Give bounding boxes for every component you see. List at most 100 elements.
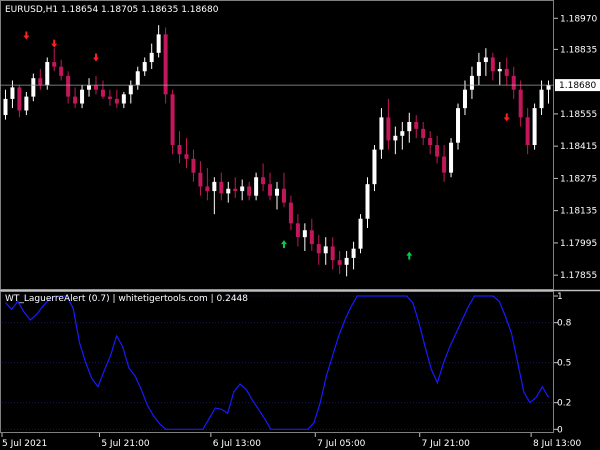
candle-body	[442, 156, 447, 173]
candle-body	[114, 98, 119, 104]
candle-body	[546, 85, 551, 90]
candle-body	[372, 149, 377, 185]
candle-body	[358, 218, 363, 249]
chart-window[interactable]: 1.18970 1.18835 1.18555 1.18415 1.18275 1.181…	[0, 0, 600, 450]
candle-body	[490, 57, 495, 72]
current-price-label: 1.18680	[559, 81, 596, 91]
indicator-tick-label: 1	[557, 292, 563, 302]
candle-body	[93, 85, 98, 90]
indicator-tick-label: 0.8	[557, 319, 572, 329]
candle-body	[275, 188, 279, 196]
candle-body	[233, 188, 238, 192]
candle-body	[497, 68, 502, 72]
candle-body	[184, 154, 189, 159]
candle-body	[100, 89, 105, 97]
indicator-title: WT_LaguerreAlert (0.7) | whitetigertools…	[5, 294, 248, 304]
time-tick-label: 7 Jul 21:00	[422, 439, 471, 449]
candle-body	[156, 34, 161, 53]
price-tick-label: 1.18555	[560, 110, 597, 120]
candle-body	[226, 188, 231, 194]
candle-body	[295, 223, 300, 238]
indicator-tick-label: 0	[557, 425, 563, 435]
price-tick-label: 1.18970	[560, 14, 597, 24]
candle-body	[268, 184, 273, 196]
candle-body	[469, 75, 474, 90]
candle-body	[45, 62, 50, 86]
candle-body	[511, 75, 516, 90]
price-tick-label: 1.18135	[560, 207, 597, 217]
candle-body	[435, 145, 440, 157]
candle-body	[330, 246, 335, 261]
candle-body	[379, 117, 384, 150]
candle-body	[121, 94, 126, 104]
time-tick-label: 7 Jul 05:00	[317, 439, 366, 449]
candle-body	[170, 94, 175, 145]
time-tick-label: 6 Jul 13:00	[213, 439, 262, 449]
candle-body	[38, 78, 43, 86]
candle-body	[302, 230, 307, 238]
candle-body	[323, 246, 328, 254]
price-tick-label: 1.18835	[560, 45, 597, 55]
candle-body	[87, 85, 92, 90]
price-tick-label: 1.17995	[560, 239, 597, 249]
candle-body	[539, 89, 544, 109]
time-tick-label: 8 Jul 13:00	[533, 439, 582, 449]
candle-body	[191, 158, 196, 173]
candle-body	[309, 230, 314, 245]
candle-body	[219, 181, 224, 194]
candle-body	[532, 108, 537, 145]
candle-body	[135, 71, 140, 86]
candle-body	[149, 52, 154, 63]
candle-body	[261, 177, 266, 185]
candle-body	[421, 128, 426, 139]
candle-body	[254, 177, 259, 196]
candle-body	[483, 57, 488, 63]
candle-body	[240, 186, 245, 192]
candle-body	[198, 172, 203, 187]
candle-body	[247, 186, 252, 196]
candle-body	[73, 96, 78, 104]
indicator-frame[interactable]	[0, 291, 554, 433]
price-tick-label: 1.18415	[560, 142, 597, 152]
candle-body	[52, 62, 57, 67]
price-tick-label: 1.17855	[560, 271, 597, 281]
candle-body	[344, 257, 349, 265]
time-tick-label: 5 Jul 2021	[2, 439, 47, 449]
time-tick-label: 5 Jul 21:00	[101, 439, 150, 449]
candle-body	[456, 108, 461, 143]
candle-body	[10, 87, 15, 99]
candle-body	[525, 117, 530, 145]
candle-body	[462, 89, 467, 109]
candle-body	[351, 248, 356, 258]
candle-body	[518, 89, 523, 118]
main-chart-frame[interactable]	[0, 0, 554, 290]
candle-body	[142, 62, 147, 72]
candle-body	[66, 75, 71, 97]
candle-body	[449, 142, 454, 173]
candle-body	[400, 131, 405, 136]
candle-body	[504, 68, 509, 76]
candle-body	[24, 96, 29, 111]
candle-body	[31, 78, 36, 97]
indicator-tick-label: 0.2	[557, 399, 571, 409]
candle-body	[407, 121, 412, 132]
candle-body	[59, 66, 64, 76]
candle-body	[386, 117, 391, 141]
candle-body	[107, 96, 112, 99]
candle-body	[288, 202, 293, 224]
candle-body	[3, 98, 8, 116]
candle-body	[281, 188, 286, 203]
candle-body	[177, 145, 182, 155]
candle-body	[476, 62, 481, 76]
candle-body	[205, 186, 210, 192]
candle-body	[128, 85, 133, 95]
price-tick-label: 1.18275	[560, 174, 597, 184]
candle-body	[428, 138, 433, 145]
candle-body	[316, 244, 321, 254]
candle-body	[212, 181, 217, 192]
candle-body	[393, 135, 398, 141]
indicator-tick-label: 0.5	[557, 359, 571, 369]
symbol-title: EURUSD,H1 1.18654 1.18705 1.18635 1.1868…	[5, 5, 219, 15]
candle-body	[80, 89, 85, 104]
candle-body	[337, 260, 342, 265]
